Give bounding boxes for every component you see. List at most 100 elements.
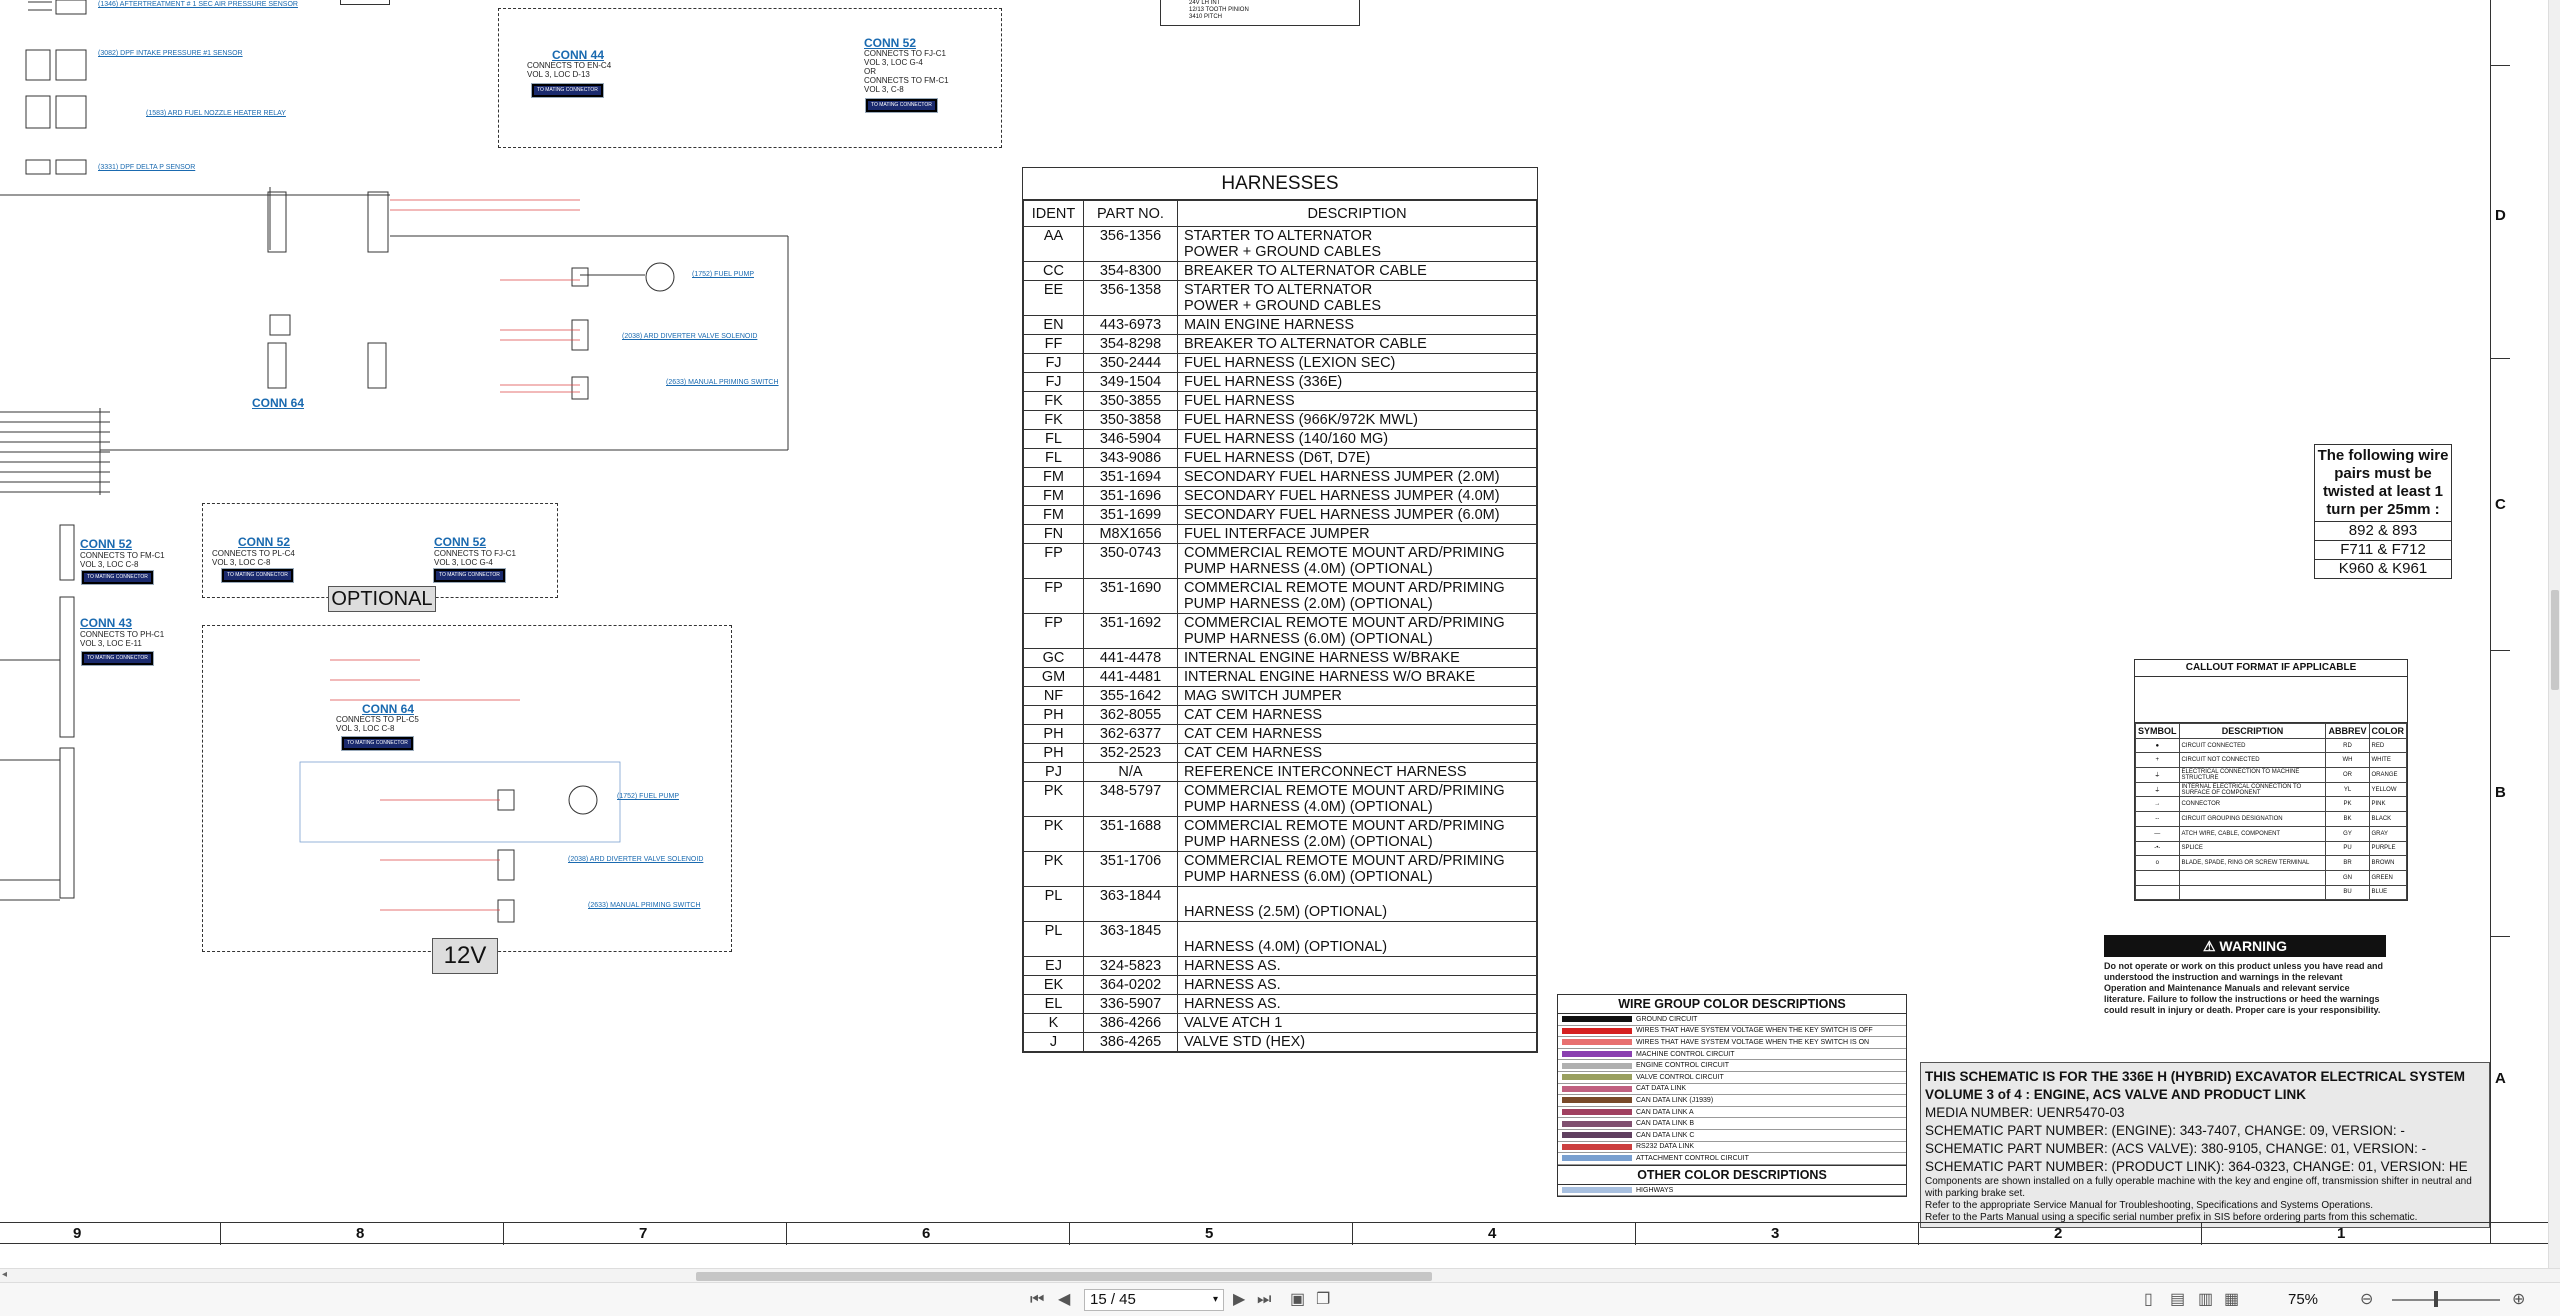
- callout-abbrev: GY: [2325, 825, 2370, 842]
- callout-color: WHITE: [2368, 752, 2407, 769]
- component-link[interactable]: (1346) AFTERTREATMENT # 1 SEC AIR PRESSU…: [98, 0, 298, 9]
- horizontal-scroll-thumb[interactable]: [696, 1272, 1432, 1281]
- harness-part-no: 343-9086: [1083, 448, 1178, 468]
- callout-col-symbol: SYMBOL: [2135, 723, 2180, 739]
- mating-connector-badge: TO MATING CONNECTOR: [433, 568, 506, 583]
- vertical-scroll-thumb[interactable]: [2551, 590, 2559, 690]
- conn-43-label[interactable]: CONN 43: [80, 616, 132, 630]
- component-link[interactable]: (3082) DPF INTAKE PRESSURE #1 SENSOR: [98, 49, 243, 58]
- grid-col-divider: [1069, 1223, 1070, 1245]
- harness-ident: FJ: [1023, 353, 1084, 373]
- harness-ident: FM: [1023, 505, 1084, 525]
- zoom-in-icon[interactable]: ⊕: [2512, 1291, 2525, 1309]
- grid-col-divider: [220, 1223, 221, 1245]
- two-page-icon[interactable]: ▥: [2198, 1291, 2213, 1309]
- harness-description: COMMERCIAL REMOTE MOUNT ARD/PRIMING PUMP…: [1177, 543, 1537, 579]
- single-page-icon[interactable]: ▯: [2144, 1291, 2153, 1309]
- callout-description: CIRCUIT GROUPING DESIGNATION: [2178, 811, 2327, 827]
- callout-color: BLACK: [2368, 811, 2407, 827]
- callout-symbol: →: [2135, 796, 2180, 813]
- harness-ident: GC: [1023, 648, 1084, 668]
- continuous-page-icon[interactable]: ▤: [2170, 1291, 2185, 1309]
- wire-group-row: VALVE CONTROL CIRCUIT: [1558, 1072, 1906, 1084]
- wire-group-row: CAN DATA LINK A: [1558, 1107, 1906, 1119]
- conn-52-label[interactable]: CONN 52: [434, 535, 486, 549]
- other-color-rows: HIGHWAYS: [1558, 1185, 1906, 1197]
- wire-group-label: CAN DATA LINK C: [1636, 1131, 1695, 1139]
- conn-64-label[interactable]: CONN 64: [252, 396, 304, 410]
- grid-col-divider: [1352, 1223, 1353, 1245]
- diverter-valve-link[interactable]: (2038) ARD DIVERTER VALVE SOLENOID: [568, 855, 703, 864]
- wire-group-row: CAN DATA LINK C: [1558, 1130, 1906, 1142]
- harness-ident: FK: [1023, 391, 1084, 411]
- wire-group-row: ATTACHMENT CONTROL CIRCUIT: [1558, 1153, 1906, 1165]
- zoom-out-icon[interactable]: ⊖: [2360, 1291, 2373, 1309]
- copy-page-icon[interactable]: ❐: [1316, 1291, 1330, 1309]
- harness-part-no: 350-0743: [1083, 543, 1178, 579]
- next-page-icon[interactable]: ▶: [1233, 1291, 1245, 1309]
- component-link[interactable]: (1583) ARD FUEL NOZZLE HEATER RELAY: [146, 109, 286, 118]
- zoom-slider-knob[interactable]: [2434, 1291, 2438, 1307]
- priming-switch-link[interactable]: (2633) MANUAL PRIMING SWITCH: [588, 901, 701, 910]
- callout-row: ⏚ INTERNAL ELECTRICAL CONNECTION TO SURFA…: [2135, 781, 2407, 798]
- conn-43-desc: CONNECTS TO PH-C1 VOL 3, LOC E-11: [80, 630, 165, 648]
- twisted-pairs-heading: The following wire pairs must be twisted…: [2317, 447, 2449, 518]
- zoom-slider[interactable]: [2392, 1299, 2500, 1301]
- grid-row-label: A: [2495, 1070, 2506, 1087]
- harness-description: BREAKER TO ALTERNATOR CABLE: [1177, 261, 1537, 281]
- callout-color: GRAY: [2368, 825, 2407, 842]
- harness-ident: EJ: [1023, 956, 1084, 976]
- harness-row: J 386-4265 VALVE STD (HEX): [1023, 1032, 1537, 1052]
- component-link[interactable]: (3331) DPF DELTA P SENSOR: [98, 163, 195, 172]
- harness-description: CAT CEM HARNESS: [1177, 743, 1537, 763]
- two-page-continuous-icon[interactable]: ▦: [2224, 1291, 2239, 1309]
- page-dropdown-icon[interactable]: ▾: [1213, 1290, 1218, 1310]
- harness-row: FP 350-0743 COMMERCIAL REMOTE MOUNT ARD/PR…: [1023, 543, 1537, 579]
- conn-44-label[interactable]: CONN 44: [552, 48, 604, 62]
- callout-example: [2135, 677, 2407, 723]
- harness-row: PK 351-1688 COMMERCIAL REMOTE MOUNT ARD/PR…: [1023, 816, 1537, 852]
- harness-ident: PK: [1023, 816, 1084, 852]
- harness-description: COMMERCIAL REMOTE MOUNT ARD/PRIMING PUMP…: [1177, 851, 1537, 887]
- page-view-icon[interactable]: ▣: [1290, 1291, 1305, 1309]
- page-number-field[interactable]: 15 / 45 ▾: [1084, 1289, 1224, 1311]
- callout-col-description: DESCRIPTION: [2178, 723, 2327, 739]
- harness-description: FUEL HARNESS (336E): [1177, 372, 1537, 392]
- grid-col-divider: [1635, 1223, 1636, 1245]
- callout-abbrev: BU: [2325, 884, 2370, 901]
- harness-row: FP 351-1692 COMMERCIAL REMOTE MOUNT ARD/PR…: [1023, 613, 1537, 649]
- conn-64-label[interactable]: CONN 64: [362, 702, 414, 716]
- scroll-left-icon[interactable]: ◂: [2, 1269, 7, 1280]
- grid-col-divider: [786, 1223, 787, 1245]
- conn-64-desc: CONNECTS TO PL-C5 VOL 3, LOC C-8: [336, 715, 419, 733]
- callout-row: + CIRCUIT NOT CONNECTED WH WHITE: [2135, 752, 2407, 769]
- harness-ident: EN: [1023, 315, 1084, 335]
- wire-group-label: MACHINE CONTROL CIRCUIT: [1636, 1050, 1735, 1058]
- diverter-valve-link[interactable]: (2038) ARD DIVERTER VALVE SOLENOID: [622, 332, 757, 341]
- harness-part-no: 351-1699: [1083, 505, 1178, 525]
- callout-abbrev: OR: [2325, 767, 2370, 783]
- first-page-icon[interactable]: ⏮: [1030, 1291, 1044, 1309]
- harness-part-no: 441-4481: [1083, 667, 1178, 687]
- horizontal-scrollbar[interactable]: ◂: [0, 1268, 2560, 1282]
- harness-part-no: 351-1706: [1083, 851, 1178, 887]
- conn-52-label[interactable]: CONN 52: [238, 535, 290, 549]
- mating-connector-badge: TO MATING CONNECTOR: [221, 568, 294, 583]
- fuel-pump-link[interactable]: (1752) FUEL PUMP: [692, 270, 754, 279]
- wire-group-rows: GROUND CIRCUIT WIRES THAT HAVE SYSTEM VOL…: [1558, 1014, 1906, 1165]
- wire-group-label: WIRES THAT HAVE SYSTEM VOLTAGE WHEN THE …: [1636, 1038, 1870, 1046]
- vertical-scrollbar[interactable]: [2548, 0, 2560, 1268]
- harness-row: PH 362-8055 CAT CEM HARNESS: [1023, 705, 1537, 725]
- schematic-viewport[interactable]: 24V LH INT 12/13 TOOTH PINION 3410 PITCH: [0, 0, 2548, 1268]
- conn-52-label[interactable]: CONN 52: [864, 36, 916, 50]
- zoom-level[interactable]: 75%: [2288, 1291, 2318, 1308]
- callout-symbol: o: [2135, 855, 2180, 871]
- prev-page-icon[interactable]: ◀: [1058, 1291, 1070, 1309]
- harness-description: SECONDARY FUEL HARNESS JUMPER (2.0M): [1177, 467, 1537, 487]
- wire-group-label: CAT DATA LINK: [1636, 1085, 1687, 1093]
- fuel-pump-link[interactable]: (1752) FUEL PUMP: [617, 792, 679, 801]
- priming-switch-link[interactable]: (2633) MANUAL PRIMING SWITCH: [666, 378, 779, 387]
- last-page-icon[interactable]: ⏭: [1257, 1291, 1271, 1309]
- wire-group-label: CAN DATA LINK A: [1636, 1108, 1694, 1116]
- conn-52-label[interactable]: CONN 52: [80, 537, 132, 551]
